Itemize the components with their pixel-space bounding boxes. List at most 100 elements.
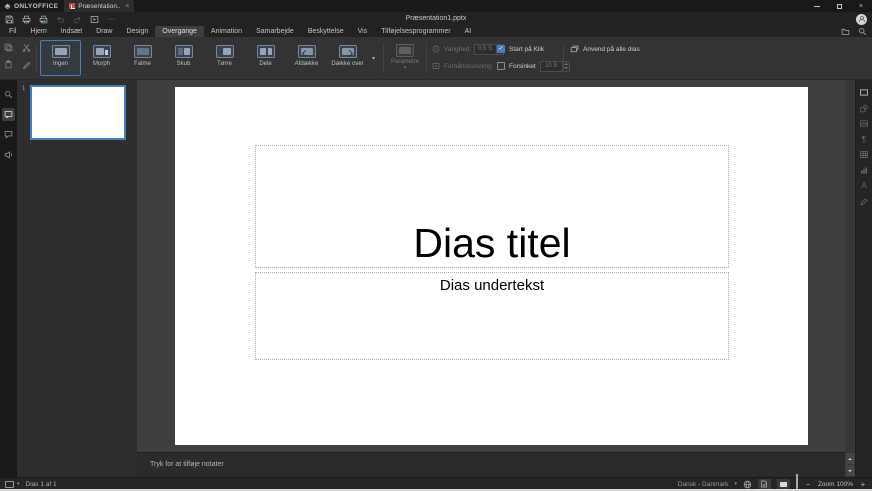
chevron-down-icon [848,470,852,472]
transition-skub-button[interactable]: Skub [163,40,204,76]
find-button[interactable] [2,88,15,101]
gallery-more-button[interactable]: ▾ [369,40,378,76]
comments-button[interactable] [2,128,15,141]
print-button[interactable] [22,15,31,24]
transition-morph-button[interactable]: Morph [81,40,122,76]
copy-button[interactable] [4,43,14,53]
tab-animation[interactable]: Animation [204,26,249,37]
slide-canvas[interactable]: Dias titel Dias undertekst [175,87,808,445]
transition-torre-button[interactable]: Tørre [204,40,245,76]
signature-settings-button[interactable] [859,197,870,206]
apply-all-label: Anvend på alle dias [583,46,640,53]
table-settings-button[interactable] [859,150,870,159]
slide-settings-button[interactable] [859,88,870,97]
slide-thumbnail[interactable] [30,85,126,140]
set-language-button[interactable] [743,480,752,489]
paragraph-settings-button[interactable]: ¶ [859,135,870,144]
presentation-file-icon [69,3,75,9]
megaphone-icon [4,150,13,159]
transition-afdaekke-button[interactable]: Afdække [286,40,327,76]
feedback-button[interactable] [2,148,15,161]
slides-panel-button[interactable] [2,108,15,121]
tab-close-icon[interactable]: × [125,3,129,10]
more-actions-button[interactable]: ··· [107,16,116,23]
table-settings-icon [859,150,869,159]
image-settings-button[interactable] [859,119,870,128]
notes-area[interactable]: Tryk for at tilføje notater [137,452,845,477]
shape-settings-button[interactable] [859,104,870,113]
transition-split-icon [257,45,275,58]
tab-design[interactable]: Design [119,26,155,37]
subtitle-placeholder[interactable]: Dias undertekst [255,272,729,360]
open-file-location-button[interactable] [841,27,850,36]
start-slideshow-button[interactable] [90,15,99,24]
tab-overgange[interactable]: Overgange [155,26,204,37]
transition-push-icon [175,45,193,58]
tab-hjem[interactable]: Hjem [23,26,53,37]
search-icon [4,90,13,99]
start-slideshow-status-icon[interactable] [5,481,14,488]
clock-icon [432,45,440,53]
tab-ai[interactable]: AI [458,26,479,37]
tab-indsaet[interactable]: Indsæt [54,26,89,37]
apply-to-all-button[interactable]: Anvend på alle dias [570,43,640,55]
parameters-button[interactable]: Parametre ▾ [387,40,423,76]
spellcheck-button[interactable] [758,479,771,489]
save-button[interactable] [5,15,14,24]
chevron-down-icon[interactable]: ▾ [17,481,20,487]
search-button[interactable] [858,27,867,36]
document-tab[interactable]: Præsentation... × [64,0,134,12]
start-on-click-label: Start på Klik [509,46,544,53]
preview-button[interactable]: Forhåndsvisning [444,63,492,70]
document-title: Præsentation1.pptx [0,12,872,26]
minimize-button[interactable] [806,0,828,12]
undo-button[interactable] [56,15,65,24]
fit-to-slide-button[interactable] [777,479,790,489]
tab-samarbejde[interactable]: Samarbejde [249,26,301,37]
maximize-button[interactable] [828,0,850,12]
menubar-right-tools [841,26,867,37]
redo-button[interactable] [73,15,82,24]
next-slide-button[interactable] [846,465,855,476]
start-on-click-checkbox[interactable]: ✓ [497,45,505,53]
vertical-scrollbar[interactable] [845,80,855,477]
paste-button[interactable] [4,60,14,70]
window-close-button[interactable]: × [850,0,872,12]
chevron-down-icon[interactable]: ▾ [734,481,737,487]
transition-wipe-icon [216,45,234,58]
transition-ingen-button[interactable]: Ingen [40,40,81,76]
language-selector[interactable]: Dansk - Danmark [678,481,729,488]
ribbon-separator [426,43,427,73]
transition-falme-button[interactable]: Falme [122,40,163,76]
chart-settings-button[interactable] [859,166,870,175]
zoom-in-button[interactable]: + [859,480,867,489]
clipboard-group [4,43,32,70]
tab-draw[interactable]: Draw [89,26,119,37]
tab-vis[interactable]: Vis [351,26,375,37]
zoom-out-button[interactable]: − [804,480,812,489]
delay-input[interactable]: 10 S [540,61,570,72]
apply-all-icon [570,45,579,54]
textart-settings-button[interactable]: A [859,181,870,190]
tab-fil[interactable]: Fil [2,26,23,37]
transitions-ribbon: Ingen Morph Falme Skub Tørre Dele [0,37,872,80]
title-placeholder[interactable]: Dias titel [255,145,729,268]
quick-print-button[interactable] [39,15,48,24]
previous-slide-button[interactable] [846,453,855,464]
redo-icon [73,15,82,24]
maximize-icon [837,4,842,9]
quick-print-icon [39,15,48,24]
tab-tilfojelsesprogrammer[interactable]: Tilføjelsesprogrammer [374,26,457,37]
transition-dele-button[interactable]: Dele [245,40,286,76]
fit-slide-icon [780,482,787,487]
delay-checkbox[interactable] [497,62,505,70]
slide-title-text: Dias titel [413,221,570,267]
ribbon-tabs: Fil Hjem Indsæt Draw Design Overgange An… [2,26,478,37]
transition-gallery: Ingen Morph Falme Skub Tørre Dele [40,40,368,76]
zoom-level[interactable]: Zoom 100% [818,481,853,488]
copy-style-button[interactable] [22,60,32,70]
cut-button[interactable] [22,43,32,53]
user-avatar[interactable] [856,14,867,25]
transition-daekke-over-button[interactable]: Dække over [327,40,368,76]
tab-beskyttelse[interactable]: Beskyttelse [301,26,351,37]
